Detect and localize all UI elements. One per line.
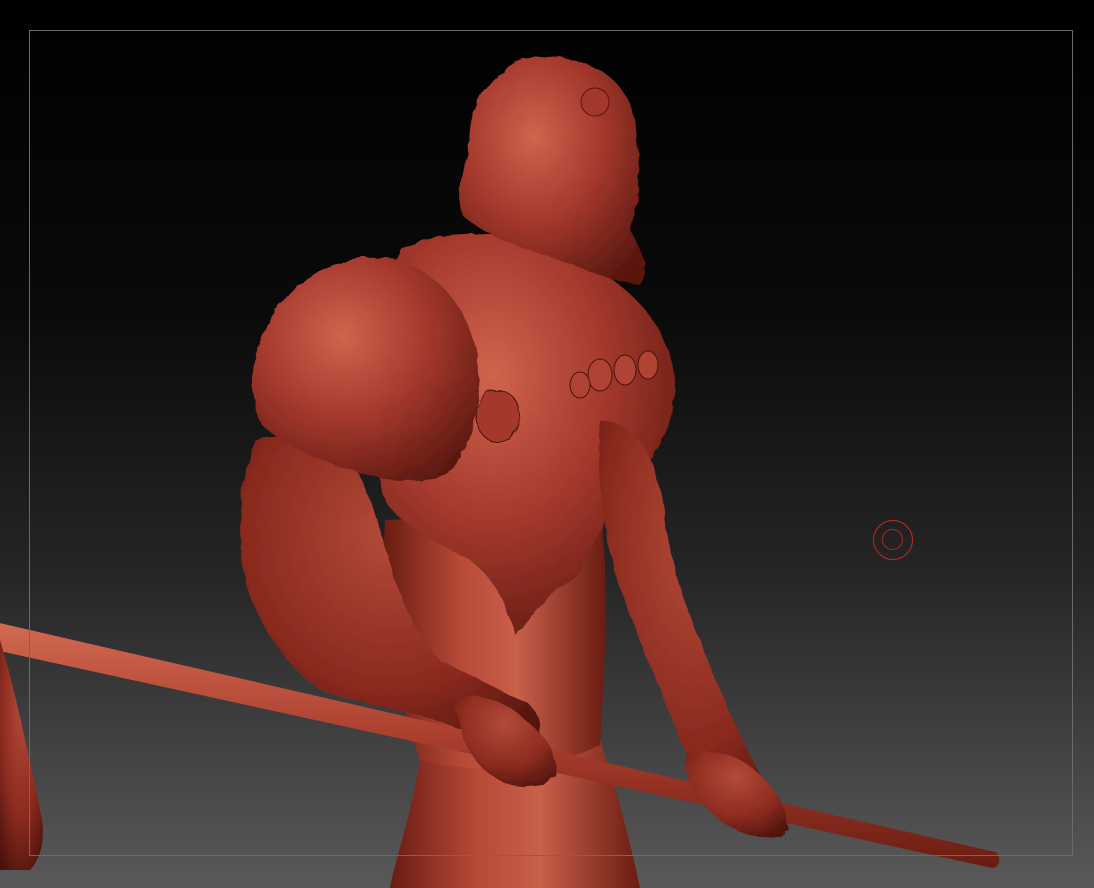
sculpt-viewport[interactable]	[0, 0, 1094, 888]
model-left-edge-object	[0, 640, 43, 870]
model-head-knob	[580, 87, 610, 117]
brush-circle-icon[interactable]	[873, 520, 913, 560]
model-right-hand	[685, 751, 788, 838]
sculpt-figure[interactable]	[0, 0, 1094, 888]
model-shoulder-bolt	[475, 389, 521, 443]
brush-inner-circle	[882, 529, 903, 550]
